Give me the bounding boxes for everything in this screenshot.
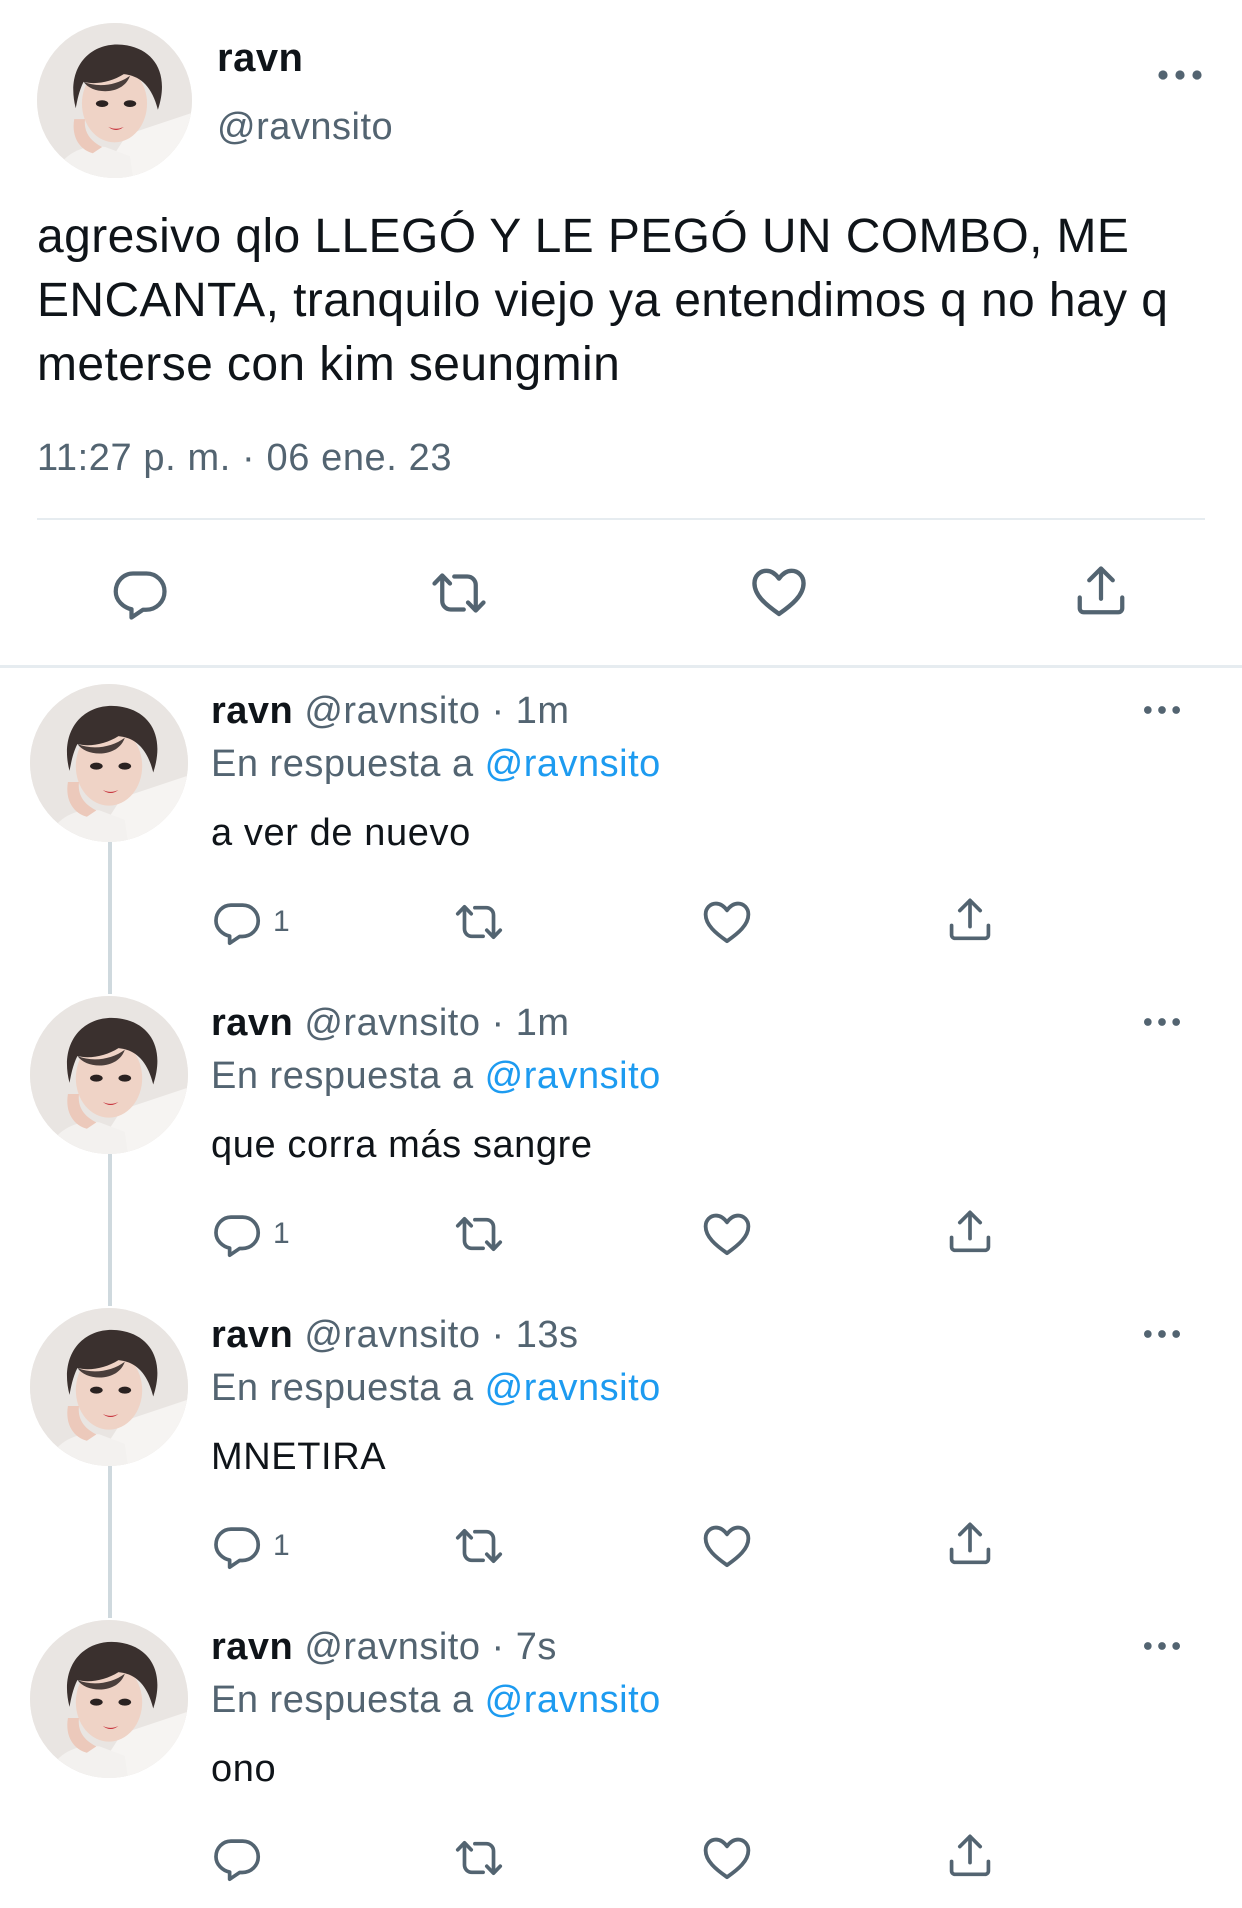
reply-count: 1 xyxy=(273,905,290,938)
reply-icon xyxy=(211,1208,263,1260)
reply-to-line: En respuesta a @ravnsito xyxy=(211,1367,661,1410)
reply-avatar[interactable] xyxy=(30,1620,188,1778)
more-options-icon[interactable] xyxy=(1132,1314,1192,1354)
reply-to-prefix: En respuesta a xyxy=(211,1055,474,1097)
reply-handle[interactable]: @ravnsito xyxy=(304,1002,480,1044)
reply-header: ravn @ravnsito · 1m xyxy=(211,690,570,733)
reply-avatar[interactable] xyxy=(30,1308,188,1466)
reply-handle[interactable]: @ravnsito xyxy=(304,1314,480,1356)
like-button[interactable] xyxy=(700,1831,754,1885)
reply-to-mention[interactable]: @ravnsito xyxy=(485,743,661,785)
thread-line xyxy=(108,1466,112,1618)
reply-button[interactable] xyxy=(211,1832,273,1884)
retweet-button[interactable] xyxy=(452,896,506,948)
like-icon xyxy=(700,895,754,949)
share-button[interactable] xyxy=(944,1205,996,1257)
share-button[interactable] xyxy=(944,1829,996,1881)
reply-time[interactable]: 1m xyxy=(516,1002,570,1044)
reply-header: ravn @ravnsito · 7s xyxy=(211,1626,557,1669)
share-icon xyxy=(944,1205,996,1257)
reply-time[interactable]: 7s xyxy=(516,1626,557,1668)
retweet-icon xyxy=(452,1832,506,1884)
reply-icon xyxy=(211,1520,263,1572)
reply-to-mention[interactable]: @ravnsito xyxy=(485,1679,661,1721)
reply-to-prefix: En respuesta a xyxy=(211,1679,474,1721)
reply-icon xyxy=(211,1832,263,1884)
share-icon xyxy=(944,893,996,945)
more-options-icon[interactable] xyxy=(1132,1626,1192,1666)
author-display-name[interactable]: ravn xyxy=(217,36,304,81)
retweet-button[interactable] xyxy=(452,1832,506,1884)
reply-count: 1 xyxy=(273,1217,290,1250)
reply-to-mention[interactable]: @ravnsito xyxy=(485,1055,661,1097)
share-icon xyxy=(944,1829,996,1881)
share-icon xyxy=(944,1517,996,1569)
reply-display-name[interactable]: ravn xyxy=(211,1002,293,1044)
reply-button[interactable] xyxy=(110,563,170,623)
reply-text: que corra más sangre xyxy=(211,1124,593,1166)
tweet-text: agresivo qlo LLEGÓ Y LE PEGÓ UN COMBO, M… xyxy=(37,210,1169,391)
like-icon xyxy=(700,1207,754,1261)
share-button[interactable] xyxy=(944,893,996,945)
separator: · xyxy=(491,1002,505,1044)
reply-to-prefix: En respuesta a xyxy=(211,1367,474,1409)
reply-header: ravn @ravnsito · 13s xyxy=(211,1314,579,1357)
separator: · xyxy=(491,690,505,732)
reply-to-mention[interactable]: @ravnsito xyxy=(485,1367,661,1409)
reply-icon xyxy=(211,896,263,948)
reply-handle[interactable]: @ravnsito xyxy=(304,690,480,732)
reply-header: ravn @ravnsito · 1m xyxy=(211,1002,570,1045)
reply-to-line: En respuesta a @ravnsito xyxy=(211,1055,661,1098)
thread-line xyxy=(108,842,112,994)
author-avatar[interactable] xyxy=(37,23,192,178)
reply-display-name[interactable]: ravn xyxy=(211,690,293,732)
reply-button[interactable]: 1 xyxy=(211,1520,290,1572)
like-button[interactable] xyxy=(700,895,754,949)
retweet-icon xyxy=(428,563,490,623)
like-button[interactable] xyxy=(700,1519,754,1573)
more-options-icon[interactable] xyxy=(1132,1002,1192,1042)
retweet-button[interactable] xyxy=(452,1520,506,1572)
reply-count: 1 xyxy=(273,1529,290,1562)
share-icon xyxy=(1071,560,1131,620)
retweet-button[interactable] xyxy=(452,1208,506,1260)
section-separator xyxy=(0,665,1242,668)
like-icon xyxy=(700,1519,754,1573)
reply-text: a ver de nuevo xyxy=(211,812,471,854)
reply-handle[interactable]: @ravnsito xyxy=(304,1626,480,1668)
reply-to-line: En respuesta a @ravnsito xyxy=(211,743,661,786)
reply-text: MNETIRA xyxy=(211,1436,387,1478)
reply-display-name[interactable]: ravn xyxy=(211,1314,293,1356)
retweet-icon xyxy=(452,1520,506,1572)
separator: · xyxy=(491,1314,505,1356)
reply-avatar[interactable] xyxy=(30,996,188,1154)
thread-line xyxy=(108,1154,112,1306)
reply-display-name[interactable]: ravn xyxy=(211,1626,293,1668)
share-button[interactable] xyxy=(944,1517,996,1569)
more-options-icon[interactable] xyxy=(1150,55,1210,95)
more-options-icon[interactable] xyxy=(1132,690,1192,730)
separator: · xyxy=(491,1626,505,1668)
like-button[interactable] xyxy=(748,561,810,623)
reply-avatar[interactable] xyxy=(30,684,188,842)
tweet-timestamp[interactable]: 11:27 p. m. · 06 ene. 23 xyxy=(37,437,452,480)
reply-button[interactable]: 1 xyxy=(211,896,290,948)
reply-button[interactable]: 1 xyxy=(211,1208,290,1260)
author-handle[interactable]: @ravnsito xyxy=(217,106,393,149)
like-icon xyxy=(748,561,810,623)
divider xyxy=(37,518,1205,520)
reply-time[interactable]: 13s xyxy=(516,1314,579,1356)
retweet-icon xyxy=(452,896,506,948)
reply-to-prefix: En respuesta a xyxy=(211,743,474,785)
like-icon xyxy=(700,1831,754,1885)
like-button[interactable] xyxy=(700,1207,754,1261)
retweet-icon xyxy=(452,1208,506,1260)
reply-text: ono xyxy=(211,1748,277,1790)
reply-time[interactable]: 1m xyxy=(516,690,570,732)
share-button[interactable] xyxy=(1071,560,1131,620)
retweet-button[interactable] xyxy=(428,563,490,623)
reply-to-line: En respuesta a @ravnsito xyxy=(211,1679,661,1722)
reply-icon xyxy=(110,563,170,623)
